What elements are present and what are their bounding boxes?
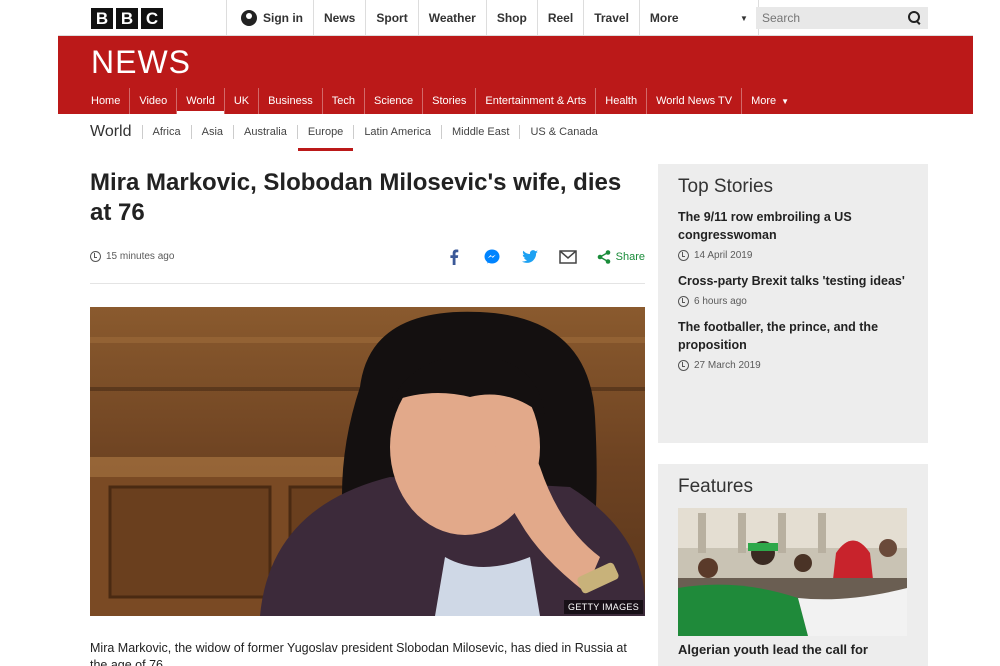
section-nav: World Africa Asia Australia Europe Latin… (90, 118, 608, 151)
clock-icon (90, 251, 101, 262)
newsnav-item-science[interactable]: Science (365, 88, 424, 114)
article-lede: Mira Markovic, the widow of former Yugos… (90, 641, 627, 666)
list-item[interactable]: Cross-party Brexit talks 'testing ideas'… (678, 272, 908, 307)
share-button[interactable]: Share (597, 249, 645, 264)
news-logo[interactable]: NEWS (91, 44, 191, 81)
topnav-item-sport[interactable]: Sport (365, 0, 417, 36)
article-headline: Mira Markovic, Slobodan Milosevic's wife… (90, 169, 622, 226)
clock-icon (678, 296, 689, 307)
bbc-logo[interactable]: B B C (91, 8, 163, 29)
article: Mira Markovic, Slobodan Milosevic's wife… (90, 168, 645, 666)
bbc-logo-letter: B (116, 8, 138, 29)
clock-icon (678, 250, 689, 261)
subnav-item-us-canada[interactable]: US & Canada (519, 125, 607, 139)
subnav-item-asia[interactable]: Asia (190, 125, 233, 139)
caret-down-icon: ▼ (739, 13, 748, 23)
article-meta: 15 minutes ago Share (90, 242, 645, 284)
newsnav-item-health[interactable]: Health (596, 88, 648, 114)
signin-label: Sign in (263, 11, 303, 25)
topnav-item-weather[interactable]: Weather (417, 0, 486, 36)
timestamp-label: 15 minutes ago (106, 251, 175, 262)
bbc-logo-letter: B (91, 8, 113, 29)
share-icon (597, 249, 610, 264)
newsnav-item-stories[interactable]: Stories (423, 88, 477, 114)
image-credit: GETTY IMAGES (564, 600, 643, 614)
subnav-item-africa[interactable]: Africa (141, 125, 191, 139)
user-icon (241, 10, 257, 26)
topnav-item-travel[interactable]: Travel (583, 0, 639, 36)
caret-down-icon: ▼ (781, 96, 790, 106)
newsnav-item-entertainment[interactable]: Entertainment & Arts (476, 88, 597, 114)
list-item[interactable]: The 9/11 row embroiling a US congresswom… (678, 208, 908, 261)
story-time-label: 27 March 2019 (694, 360, 761, 371)
search-icon[interactable] (908, 11, 922, 25)
newsnav-more-label: More (751, 95, 777, 107)
feature-photo (678, 508, 907, 636)
email-icon[interactable] (558, 248, 577, 266)
newsnav-item-business[interactable]: Business (259, 88, 323, 114)
top-nav: News Sport Weather Shop Reel Travel More… (313, 0, 759, 36)
hero-image: GETTY IMAGES (90, 307, 645, 616)
topnav-more-label: More (649, 11, 679, 25)
article-timestamp: 15 minutes ago (90, 251, 174, 262)
search-input[interactable] (762, 11, 892, 25)
subnav-item-latin-america[interactable]: Latin America (353, 125, 441, 139)
twitter-icon[interactable] (521, 248, 539, 266)
features-title: Features (678, 476, 753, 497)
topnav-item-shop[interactable]: Shop (485, 0, 537, 36)
share-label: Share (615, 250, 645, 263)
story-timestamp: 6 hours ago (678, 296, 908, 307)
newsnav-item-video[interactable]: Video (130, 88, 178, 114)
news-band: NEWS Home Video World UK Business Tech S… (58, 36, 973, 114)
feature-title[interactable]: Algerian youth lead the call for (678, 642, 908, 657)
story-title[interactable]: Cross-party Brexit talks 'testing ideas' (678, 272, 908, 290)
masthead: B B C Sign in News Sport Weather Shop Re… (58, 0, 973, 36)
topnav-item-news[interactable]: News (313, 0, 365, 36)
messenger-icon[interactable] (483, 248, 501, 266)
newsnav-item-home[interactable]: Home (82, 88, 131, 114)
signin-link[interactable]: Sign in (226, 0, 303, 36)
newsnav-item-tech[interactable]: Tech (323, 88, 365, 114)
newsnav-item-world-news-tv[interactable]: World News TV (647, 88, 743, 114)
story-time-label: 6 hours ago (694, 296, 747, 307)
subnav-item-europe[interactable]: Europe (296, 125, 354, 151)
topnav-more-button[interactable]: More ▼ (638, 0, 759, 36)
share-tools: Share (445, 248, 645, 266)
list-item[interactable]: The footballer, the prince, and the prop… (678, 318, 908, 371)
hero-photo (90, 307, 645, 616)
newsnav-more-button[interactable]: More ▼ (742, 88, 798, 114)
bbc-logo-letter: C (141, 8, 163, 29)
news-nav: Home Video World UK Business Tech Scienc… (82, 88, 798, 114)
features-panel: Features Algerian youth lead the call fo… (658, 464, 928, 666)
facebook-icon[interactable] (445, 248, 463, 266)
newsnav-item-uk[interactable]: UK (225, 88, 260, 114)
subnav-item-australia[interactable]: Australia (233, 125, 297, 139)
newsnav-item-world[interactable]: World (177, 88, 225, 114)
feature-image[interactable] (678, 508, 907, 636)
topnav-item-reel[interactable]: Reel (536, 0, 583, 36)
top-stories-title: Top Stories (678, 176, 774, 197)
story-title[interactable]: The 9/11 row embroiling a US congresswom… (678, 208, 908, 244)
top-stories-panel: Top Stories The 9/11 row embroiling a US… (658, 164, 928, 443)
story-timestamp: 14 April 2019 (678, 250, 908, 261)
clock-icon (678, 360, 689, 371)
search-box (756, 7, 928, 29)
story-timestamp: 27 March 2019 (678, 360, 908, 371)
story-time-label: 14 April 2019 (694, 250, 753, 261)
section-title[interactable]: World (90, 123, 142, 141)
story-title[interactable]: The footballer, the prince, and the prop… (678, 318, 908, 354)
subnav-item-middle-east[interactable]: Middle East (440, 125, 519, 139)
